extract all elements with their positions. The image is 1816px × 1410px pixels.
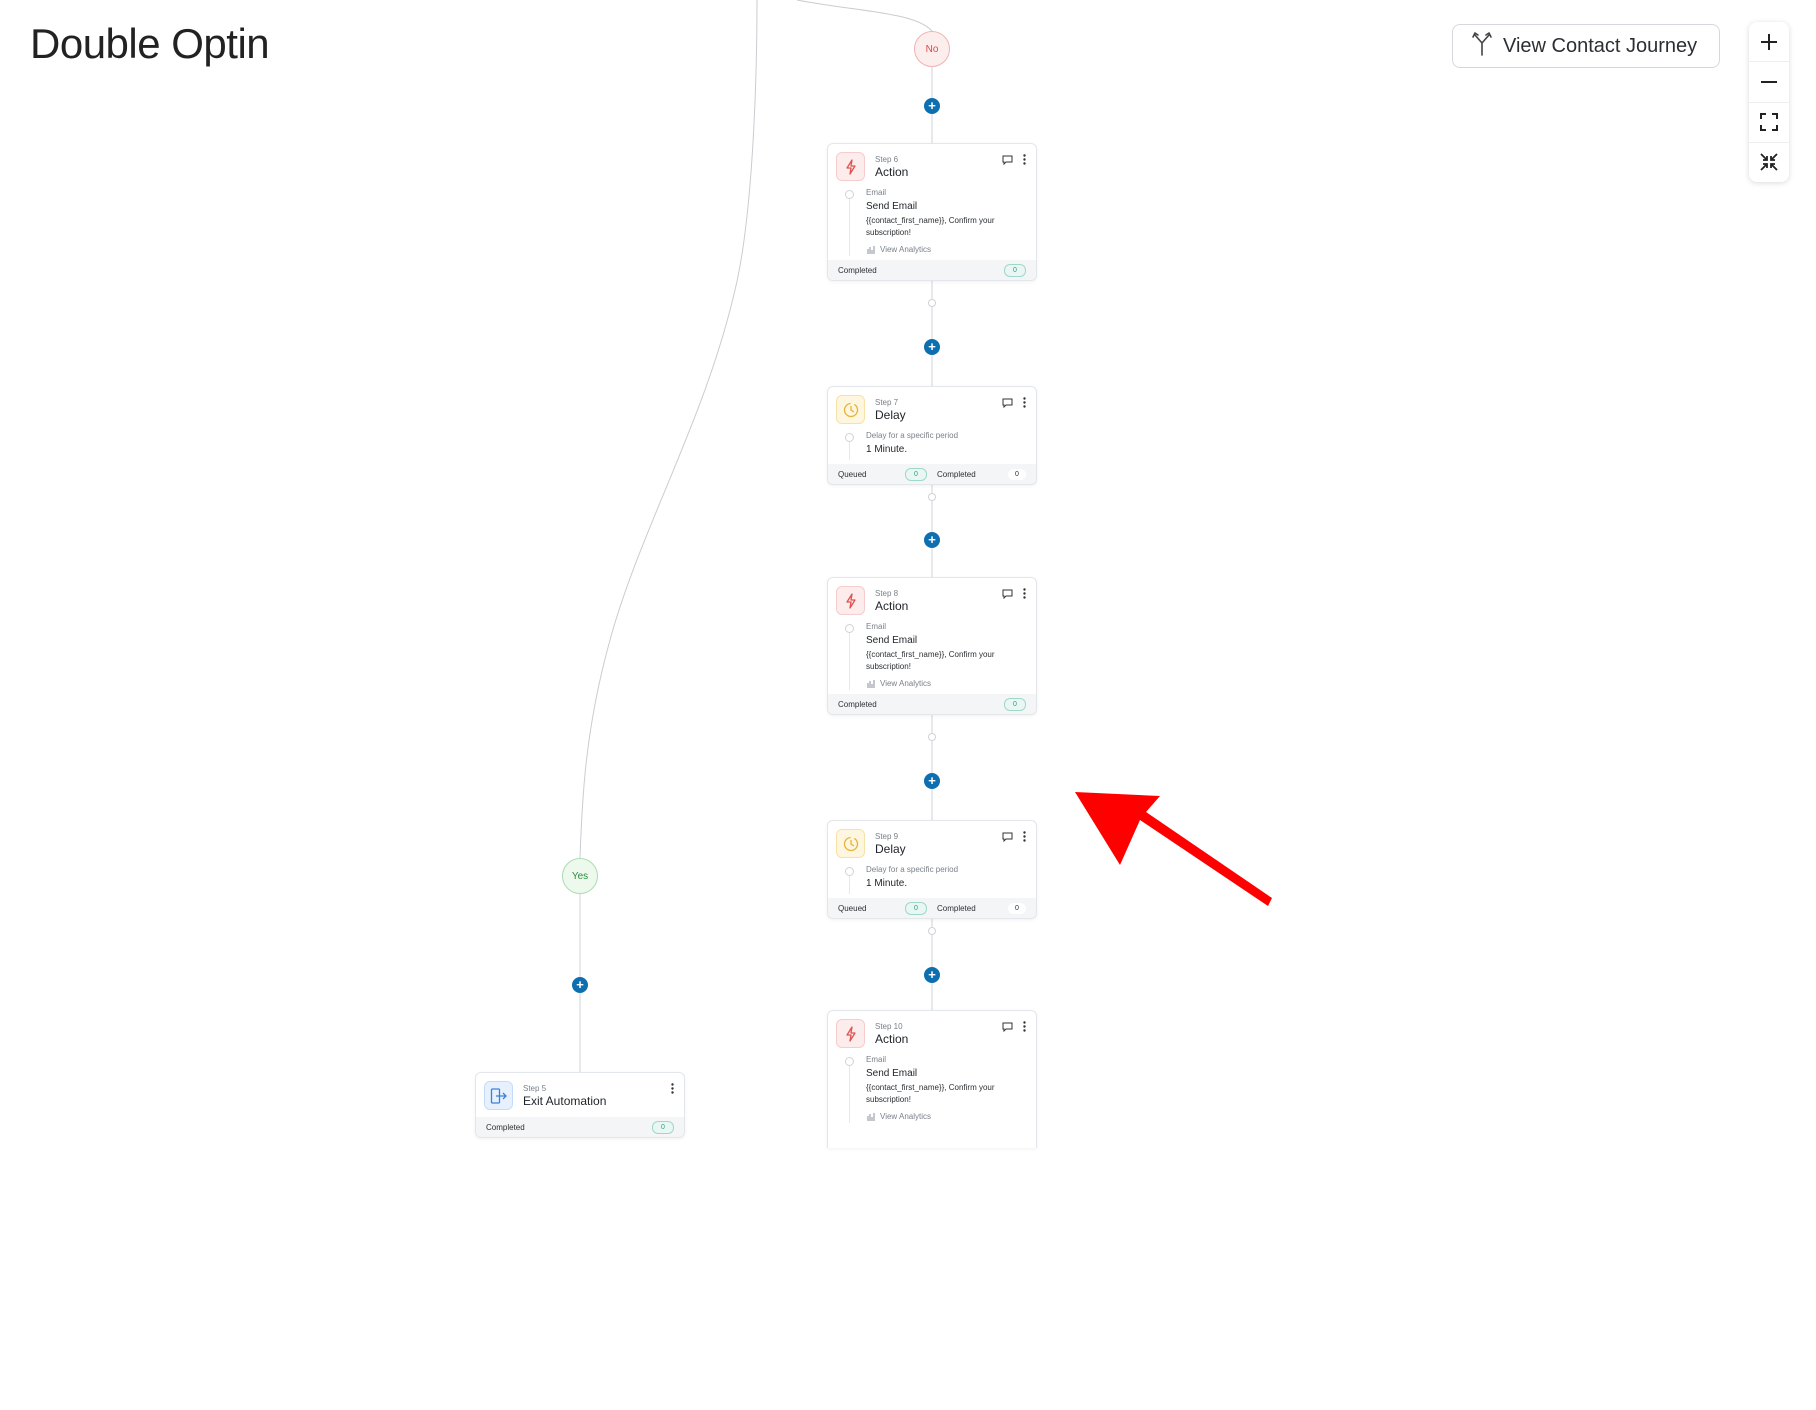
- view-analytics-link[interactable]: View Analytics: [866, 679, 1026, 688]
- annotation-arrow: [1075, 792, 1272, 906]
- view-analytics-link[interactable]: View Analytics: [866, 245, 1026, 254]
- add-step-button[interactable]: +: [924, 98, 940, 114]
- view-analytics-link[interactable]: View Analytics: [866, 1112, 1026, 1121]
- completed-count-badge[interactable]: 0: [1008, 902, 1026, 914]
- step-type: Action: [875, 1032, 909, 1046]
- step-card-exit[interactable]: Step 5 Exit Automation Completed 0: [475, 1072, 685, 1138]
- step-type: Delay: [875, 408, 906, 422]
- exit-icon: [484, 1081, 513, 1110]
- delay-type-label: Delay for a specific period: [866, 431, 959, 440]
- automation-canvas[interactable]: Double Optin View Contact Journey No Yes…: [0, 0, 1816, 1410]
- action-title: Send Email: [866, 201, 918, 212]
- completed-count-badge[interactable]: 0: [1004, 697, 1026, 711]
- step-card-action[interactable]: Step 8 Action Email Send Email {{contact…: [827, 577, 1037, 715]
- lightning-icon: [836, 1019, 865, 1048]
- add-step-button[interactable]: +: [572, 977, 588, 993]
- step-number: Step 10: [875, 1022, 903, 1031]
- page-title: Double Optin: [30, 20, 270, 67]
- clock-icon: [836, 829, 865, 858]
- action-type-label: Email: [866, 188, 887, 197]
- completed-count-badge[interactable]: 0: [1004, 263, 1026, 277]
- comment-icon[interactable]: [1002, 1022, 1013, 1032]
- action-title: Send Email: [866, 1068, 918, 1079]
- completed-count-badge[interactable]: 0: [1008, 468, 1026, 480]
- analytics-icon: [867, 1113, 875, 1121]
- action-title: Send Email: [866, 635, 918, 646]
- comment-icon[interactable]: [1002, 832, 1013, 842]
- collapse-icon: [1760, 153, 1778, 172]
- analytics-icon: [867, 246, 875, 254]
- fit-view-button[interactable]: [1749, 101, 1789, 142]
- more-options-icon[interactable]: [671, 1083, 674, 1094]
- add-step-button[interactable]: +: [924, 532, 940, 548]
- completed-label: Completed: [486, 1122, 525, 1132]
- view-contact-journey-button[interactable]: View Contact Journey: [1452, 24, 1720, 68]
- more-options-icon[interactable]: [1023, 831, 1026, 842]
- more-options-icon[interactable]: [1023, 588, 1026, 599]
- step-type: Action: [875, 165, 909, 179]
- more-options-icon[interactable]: [1023, 1021, 1026, 1032]
- step-type: Delay: [875, 842, 906, 856]
- condition-no-node[interactable]: No: [914, 31, 950, 67]
- queued-label: Queued: [838, 469, 867, 479]
- comment-icon[interactable]: [1002, 155, 1013, 165]
- action-type-label: Email: [866, 622, 887, 631]
- step-card-action[interactable]: Step 6 Action Email Send Email {{contact…: [827, 143, 1037, 281]
- delay-duration: 1 Minute.: [866, 444, 908, 455]
- analytics-icon: [867, 680, 875, 688]
- delay-duration: 1 Minute.: [866, 878, 908, 889]
- clock-icon: [836, 395, 865, 424]
- email-subject: {{contact_first_name}}, Confirm your sub…: [866, 1083, 995, 1104]
- collapse-view-button[interactable]: [1749, 141, 1789, 182]
- completed-label: Completed: [838, 265, 877, 275]
- step-type: Action: [875, 599, 909, 613]
- more-options-icon[interactable]: [1023, 397, 1026, 408]
- email-subject: {{contact_first_name}}, Confirm your sub…: [866, 650, 995, 671]
- fullscreen-icon: [1760, 113, 1778, 132]
- step-card-delay[interactable]: Step 9 Delay Delay for a specific period…: [827, 820, 1037, 919]
- queued-count-badge[interactable]: 0: [905, 901, 927, 915]
- delay-type-label: Delay for a specific period: [866, 865, 959, 874]
- completed-label: Completed: [937, 903, 976, 913]
- step-number: Step 7: [875, 398, 899, 407]
- minus-icon: [1761, 80, 1777, 83]
- queued-label: Queued: [838, 903, 867, 913]
- lightning-icon: [836, 586, 865, 615]
- queued-count-badge[interactable]: 0: [905, 467, 927, 481]
- zoom-in-button[interactable]: [1749, 22, 1789, 61]
- step-number: Step 9: [875, 832, 899, 841]
- add-step-button[interactable]: +: [924, 339, 940, 355]
- step-number: Step 6: [875, 155, 899, 164]
- step-number: Step 5: [523, 1084, 547, 1093]
- zoom-out-button[interactable]: [1749, 61, 1789, 101]
- step-number: Step 8: [875, 589, 899, 598]
- completed-label: Completed: [937, 469, 976, 479]
- branch-icon: [1471, 30, 1493, 62]
- comment-icon[interactable]: [1002, 398, 1013, 408]
- condition-yes-node[interactable]: Yes: [562, 858, 598, 894]
- plus-icon: [1761, 33, 1777, 50]
- completed-count-badge[interactable]: 0: [652, 1120, 674, 1134]
- step-card-delay[interactable]: Step 7 Delay Delay for a specific period…: [827, 386, 1037, 485]
- email-subject: {{contact_first_name}}, Confirm your sub…: [866, 216, 995, 237]
- lightning-icon: [836, 152, 865, 181]
- zoom-controls: [1749, 22, 1789, 182]
- step-type: Exit Automation: [523, 1094, 607, 1108]
- completed-label: Completed: [838, 699, 877, 709]
- action-type-label: Email: [866, 1055, 887, 1064]
- view-contact-journey-label: View Contact Journey: [1503, 34, 1698, 57]
- step-card-action[interactable]: Step 10 Action Email Send Email {{contac…: [827, 1010, 1037, 1148]
- more-options-icon[interactable]: [1023, 154, 1026, 165]
- add-step-button[interactable]: +: [924, 967, 940, 983]
- comment-icon[interactable]: [1002, 589, 1013, 599]
- add-step-button[interactable]: +: [924, 773, 940, 789]
